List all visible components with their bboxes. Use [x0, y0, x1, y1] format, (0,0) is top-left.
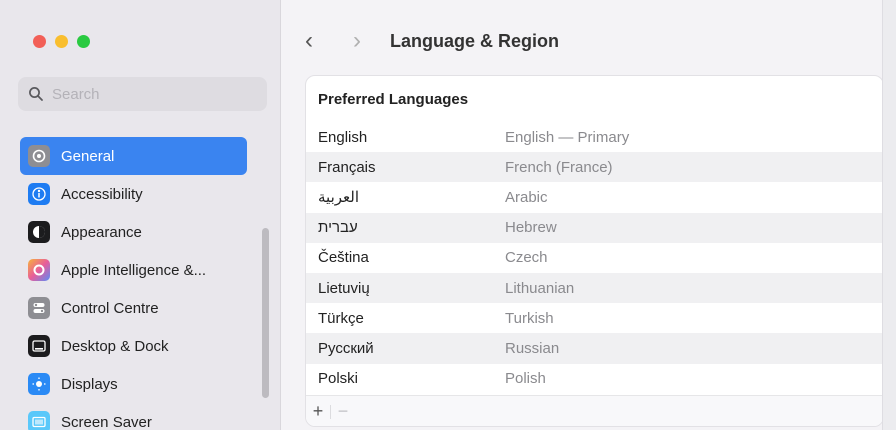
language-row[interactable]: العربية Arabic	[306, 182, 883, 212]
language-native-name: Français	[318, 158, 376, 176]
language-description: Turkish	[505, 309, 554, 327]
content-area: ‹ › Language & Region Preferred Language…	[281, 0, 896, 430]
sidebar-item-label: Desktop & Dock	[61, 337, 169, 355]
appearance-icon	[28, 221, 50, 243]
language-description: Russian	[505, 339, 560, 357]
close-button[interactable]	[33, 35, 46, 48]
sidebar-list: General Accessibility Appearance Apple I…	[20, 137, 247, 430]
search-input[interactable]	[50, 84, 254, 104]
list-footer: + −	[306, 395, 883, 426]
desktop-dock-icon	[28, 335, 50, 357]
language-description: Lithuanian	[505, 279, 575, 297]
language-row[interactable]: Türkçe Turkish	[306, 303, 883, 333]
language-native-name: العربية	[318, 189, 359, 207]
add-language-button[interactable]: +	[306, 401, 330, 423]
gear-icon	[28, 145, 50, 167]
sidebar-item-accessibility[interactable]: Accessibility	[20, 175, 247, 213]
displays-icon	[28, 373, 50, 395]
sidebar-item-control-centre[interactable]: Control Centre	[20, 289, 247, 327]
language-native-name: Lietuvių	[318, 279, 370, 297]
search-icon	[29, 87, 43, 101]
language-row[interactable]: English English — Primary	[306, 122, 883, 152]
language-native-name: Türkçe	[318, 309, 364, 327]
language-description: Polish	[505, 370, 546, 388]
language-row[interactable]: Lietuvių Lithuanian	[306, 272, 883, 304]
language-row[interactable]: Français French (France)	[306, 152, 883, 183]
sidebar-item-general[interactable]: General	[20, 137, 247, 175]
language-native-name: עברית	[318, 219, 358, 237]
control-centre-icon	[28, 297, 50, 319]
sidebar: General Accessibility Appearance Apple I…	[0, 0, 281, 430]
sidebar-item-appearance[interactable]: Appearance	[20, 213, 247, 251]
sidebar-item-displays[interactable]: Displays	[20, 365, 247, 403]
screen-saver-icon	[28, 411, 50, 430]
forward-button[interactable]: ›	[353, 29, 361, 53]
sidebar-item-label: General	[61, 147, 115, 165]
accessibility-icon	[28, 183, 50, 205]
sidebar-item-label: Accessibility	[61, 185, 143, 203]
sidebar-item-apple-intelligence[interactable]: Apple Intelligence &...	[20, 251, 247, 289]
zoom-button[interactable]	[77, 35, 90, 48]
language-native-name: Русский	[318, 339, 374, 357]
sidebar-item-label: Displays	[61, 375, 118, 393]
sidebar-item-label: Control Centre	[61, 299, 159, 317]
language-description: Arabic	[505, 188, 548, 206]
window-controls	[33, 35, 90, 48]
language-native-name: English	[318, 128, 368, 146]
language-native-name: Čeština	[318, 249, 369, 267]
panel-title: Preferred Languages	[318, 91, 469, 108]
language-description: Czech	[505, 249, 548, 267]
sidebar-item-screen-saver[interactable]: Screen Saver	[20, 403, 247, 430]
language-description: English — Primary	[505, 128, 630, 146]
language-native-name: Polski	[318, 370, 359, 388]
sidebar-item-label: Appearance	[61, 223, 142, 241]
language-row[interactable]: Polski Polish	[306, 364, 883, 394]
remove-language-button[interactable]: −	[331, 401, 355, 423]
language-row[interactable]: עברית Hebrew	[306, 212, 883, 243]
settings-window: General Accessibility Appearance Apple I…	[0, 0, 896, 430]
language-row[interactable]: Русский Russian	[306, 333, 883, 364]
sidebar-item-desktop-dock[interactable]: Desktop & Dock	[20, 327, 247, 365]
language-row[interactable]: Čeština Czech	[306, 243, 883, 273]
language-description: French (France)	[505, 158, 613, 176]
sidebar-scrollbar[interactable]	[262, 228, 269, 398]
sidebar-item-label: Screen Saver	[61, 413, 152, 430]
minimize-button[interactable]	[55, 35, 68, 48]
sidebar-item-label: Apple Intelligence &...	[61, 261, 207, 279]
back-button[interactable]: ‹	[305, 29, 313, 53]
page-title: Language & Region	[390, 31, 560, 51]
language-description: Hebrew	[505, 219, 557, 237]
language-list: English English — Primary Français Frenc…	[306, 122, 883, 394]
preferred-languages-panel: Preferred Languages English English — Pr…	[305, 75, 884, 427]
search-field[interactable]	[18, 77, 267, 111]
apple-intelligence-icon	[28, 259, 50, 281]
content-scrollbar[interactable]	[882, 0, 896, 430]
